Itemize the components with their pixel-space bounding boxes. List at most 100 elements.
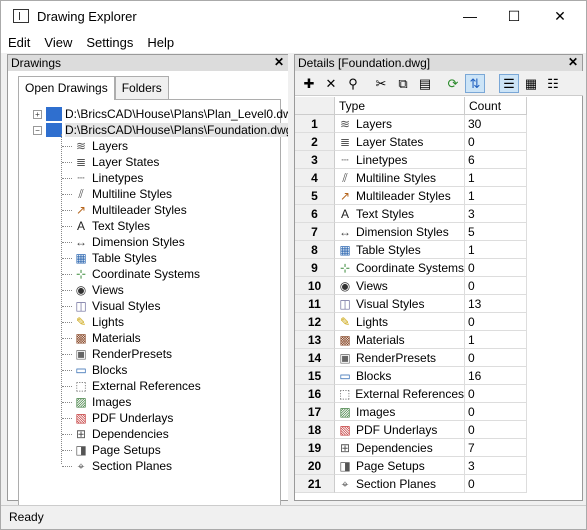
tree-file-plan-level0[interactable]: + D:\BricsCAD\House\Plans\Plan_Level0.dw… <box>33 106 298 122</box>
copy-icon[interactable]: ⧉ <box>393 74 413 93</box>
new-item-icon[interactable]: ✚ <box>299 74 319 93</box>
collapse-icon[interactable]: − <box>33 125 42 135</box>
cell-type[interactable]: ◉ Views <box>335 277 465 295</box>
tree-item-dependencies[interactable]: ⊞ Dependencies <box>73 426 169 442</box>
cell-count[interactable]: 3 <box>465 205 527 223</box>
cell-count[interactable]: 0 <box>465 421 527 439</box>
menu-settings[interactable]: Settings <box>86 35 133 50</box>
row-header[interactable]: 12 <box>295 313 335 331</box>
tab-folders[interactable]: Folders <box>114 76 169 99</box>
cell-count[interactable]: 13 <box>465 295 527 313</box>
row-header[interactable]: 5 <box>295 187 335 205</box>
row-header[interactable]: 19 <box>295 439 335 457</box>
tree-item-visual-styles[interactable]: ◫ Visual Styles <box>73 298 160 314</box>
cell-count[interactable]: 0 <box>465 349 527 367</box>
cell-count[interactable]: 0 <box>465 385 527 403</box>
row-header[interactable]: 20 <box>295 457 335 475</box>
cell-type[interactable]: ≋ Layers <box>335 115 465 133</box>
cell-count[interactable]: 16 <box>465 367 527 385</box>
cell-type[interactable]: ⊹ Coordinate Systems <box>335 259 465 277</box>
paste-icon[interactable]: ▤ <box>415 74 435 93</box>
tree-item-page-setups[interactable]: ◨ Page Setups <box>73 442 160 458</box>
cell-count[interactable]: 30 <box>465 115 527 133</box>
tree-item-layers[interactable]: ≋ Layers <box>73 138 128 154</box>
cell-count[interactable]: 1 <box>465 241 527 259</box>
tree-item-pdf-underlays[interactable]: ▧ PDF Underlays <box>73 410 173 426</box>
row-header[interactable]: 10 <box>295 277 335 295</box>
row-header[interactable]: 9 <box>295 259 335 277</box>
refresh-icon[interactable]: ⇅ <box>465 74 485 93</box>
cell-count[interactable]: 0 <box>465 403 527 421</box>
tree-item-dimension-styles[interactable]: ↔ Dimension Styles <box>73 234 185 250</box>
cell-type[interactable]: ✎ Lights <box>335 313 465 331</box>
column-header-type[interactable]: Type <box>335 97 465 115</box>
tree-item-linetypes[interactable]: ┈ Linetypes <box>73 170 143 186</box>
column-header-count[interactable]: Count <box>465 97 527 115</box>
menu-view[interactable]: View <box>44 35 72 50</box>
cell-count[interactable]: 5 <box>465 223 527 241</box>
tree-item-blocks[interactable]: ▭ Blocks <box>73 362 127 378</box>
tree-item-multileader-styles[interactable]: ↗ Multileader Styles <box>73 202 187 218</box>
thumbnail-view-icon[interactable]: ▦ <box>521 74 541 93</box>
menu-edit[interactable]: Edit <box>8 35 30 50</box>
row-header[interactable]: 7 <box>295 223 335 241</box>
cell-count[interactable]: 1 <box>465 187 527 205</box>
maximize-button[interactable]: ☐ <box>491 1 537 31</box>
row-header[interactable]: 6 <box>295 205 335 223</box>
menu-help[interactable]: Help <box>147 35 174 50</box>
cell-count[interactable]: 7 <box>465 439 527 457</box>
list-view-icon[interactable]: ☷ <box>543 74 563 93</box>
cell-count[interactable]: 6 <box>465 151 527 169</box>
tree-item-table-styles[interactable]: ▦ Table Styles <box>73 250 156 266</box>
expand-icon[interactable]: + <box>33 109 42 119</box>
row-header[interactable]: 18 <box>295 421 335 439</box>
cell-count[interactable]: 3 <box>465 457 527 475</box>
purge-brush-icon[interactable]: ⚲ <box>343 74 363 93</box>
tree-item-multiline-styles[interactable]: ⫽ Multiline Styles <box>73 186 172 202</box>
regen-icon[interactable]: ⟳ <box>443 74 463 93</box>
tree-item-section-planes[interactable]: ⌖ Section Planes <box>73 458 172 474</box>
cell-type[interactable]: A Text Styles <box>335 205 465 223</box>
cut-icon[interactable]: ✂ <box>371 74 391 93</box>
delete-icon[interactable]: ✕ <box>321 74 341 93</box>
details-view-icon[interactable]: ☰ <box>499 74 519 93</box>
cell-count[interactable]: 0 <box>465 277 527 295</box>
row-header[interactable]: 21 <box>295 475 335 493</box>
cell-type[interactable]: ⌖ Section Planes <box>335 475 465 493</box>
cell-type[interactable]: ▭ Blocks <box>335 367 465 385</box>
cell-count[interactable]: 1 <box>465 169 527 187</box>
row-header[interactable]: 16 <box>295 385 335 403</box>
cell-type[interactable]: ◨ Page Setups <box>335 457 465 475</box>
row-header[interactable]: 11 <box>295 295 335 313</box>
cell-type[interactable]: ▨ Images <box>335 403 465 421</box>
drawings-panel-close-button[interactable]: ✕ <box>274 55 284 69</box>
tree-item-text-styles[interactable]: A Text Styles <box>73 218 150 234</box>
row-header[interactable]: 8 <box>295 241 335 259</box>
cell-count[interactable]: 0 <box>465 259 527 277</box>
cell-type[interactable]: ▣ RenderPresets <box>335 349 465 367</box>
cell-count[interactable]: 0 <box>465 313 527 331</box>
cell-type[interactable]: ≣ Layer States <box>335 133 465 151</box>
row-header[interactable]: 17 <box>295 403 335 421</box>
tree-item-layer-states[interactable]: ≣ Layer States <box>73 154 159 170</box>
cell-type[interactable]: ⊞ Dependencies <box>335 439 465 457</box>
row-header[interactable]: 13 <box>295 331 335 349</box>
tree-item-coordinate-systems[interactable]: ⊹ Coordinate Systems <box>73 266 200 282</box>
tab-open-drawings[interactable]: Open Drawings <box>18 76 115 100</box>
tree-item-lights[interactable]: ✎ Lights <box>73 314 124 330</box>
cell-type[interactable]: ▧ PDF Underlays <box>335 421 465 439</box>
cell-type[interactable]: ◫ Visual Styles <box>335 295 465 313</box>
minimize-button[interactable]: — <box>447 1 493 31</box>
tree-item-images[interactable]: ▨ Images <box>73 394 131 410</box>
cell-type[interactable]: ⫽ Multiline Styles <box>335 169 465 187</box>
tree-item-external-references[interactable]: ⬚ External References <box>73 378 200 394</box>
tree-item-materials[interactable]: ▩ Materials <box>73 330 140 346</box>
cell-type[interactable]: ↗ Multileader Styles <box>335 187 465 205</box>
cell-type[interactable]: ┈ Linetypes <box>335 151 465 169</box>
row-header[interactable]: 3 <box>295 151 335 169</box>
cell-count[interactable]: 1 <box>465 331 527 349</box>
details-panel-close-button[interactable]: ✕ <box>568 55 578 69</box>
close-button[interactable]: ✕ <box>537 1 583 31</box>
cell-type[interactable]: ▦ Table Styles <box>335 241 465 259</box>
tree-item-views[interactable]: ◉ Views <box>73 282 124 298</box>
